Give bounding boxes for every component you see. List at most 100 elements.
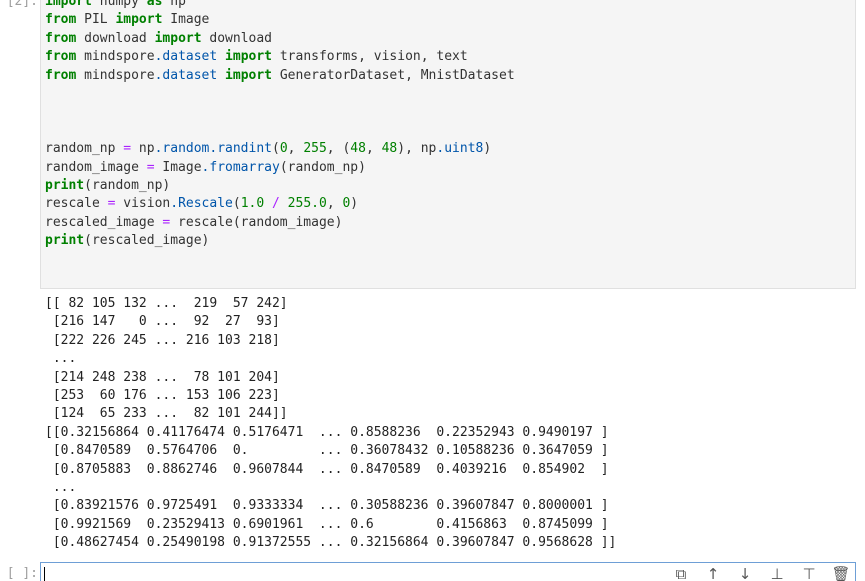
code-token: from (45, 67, 77, 83)
code-token: Image (154, 159, 202, 175)
output-line: [[0.32156864 0.41176474 0.5176471 ... 0.… (45, 424, 609, 440)
code-token: print (45, 233, 85, 249)
code-token: rescaled_image (45, 214, 163, 230)
code-token: = (123, 141, 132, 157)
code-line: from download import download (45, 30, 515, 48)
code-token: 255.0 (287, 196, 327, 212)
code-token: ), np (397, 141, 437, 157)
output-line: [0.8705883 0.8862746 0.9607844 ... 0.847… (45, 461, 609, 477)
code-token: PIL (76, 12, 116, 28)
copy-icon[interactable]: ⧉ (671, 567, 691, 581)
code-token: rescale (45, 196, 108, 212)
code-token: random_np (45, 141, 124, 157)
code-token: .fromarray (201, 159, 280, 175)
text-cursor (44, 567, 45, 581)
code-token: numpy (91, 0, 147, 9)
code-token: 1.0 (240, 196, 265, 212)
insert-below-icon[interactable]: ⊤ (799, 567, 819, 581)
code-token: 48 (350, 141, 366, 157)
code-token: (random_np) (279, 159, 366, 175)
code-token: as (146, 0, 163, 9)
notebook: [2]: import numpy as np from PIL import I… (0, 0, 865, 581)
output-line: [253 60 176 ... 153 106 223] (45, 388, 280, 404)
code-token: (rescaled_image) (84, 233, 210, 249)
code-line: print(random_np) (45, 177, 515, 195)
code-token: 48 (381, 141, 398, 157)
code-line: from mindspore.dataset import GeneratorD… (45, 67, 515, 85)
move-up-icon[interactable]: ↑ (703, 567, 723, 581)
code-line: from mindspore.dataset import transforms… (45, 48, 515, 66)
code-line: random_np = np.random.randint(0, 255, (4… (45, 140, 515, 158)
code-token: GeneratorDataset, MnistDataset (272, 67, 515, 83)
output-line: ... (45, 480, 77, 496)
code-line: rescale = vision.Rescale(1.0 / 255.0, 0) (45, 195, 515, 213)
code-line: rescaled_image = rescale(random_image) (45, 214, 515, 232)
code-token: random_image (45, 159, 147, 175)
code-token: , (287, 141, 304, 157)
cell-prompt: [2]: (6, 0, 38, 9)
output-line: [0.48627454 0.25490198 0.91372555 ... 0.… (45, 535, 617, 551)
delete-icon[interactable]: 🗑 (831, 567, 851, 581)
code-token: transforms, vision, text (272, 49, 468, 65)
output-line: [216 147 0 ... 92 27 93] (45, 314, 280, 330)
output-line: [0.83921576 0.9725491 0.9333334 ... 0.30… (45, 498, 609, 514)
code-token: 0 (279, 141, 288, 157)
code-token: , (326, 196, 343, 212)
code-token: from (45, 30, 77, 46)
code-token: vision (115, 196, 171, 212)
move-down-icon[interactable]: ↓ (735, 567, 755, 581)
code-token: .random.randint (154, 141, 272, 157)
insert-above-icon[interactable]: ⊥ (767, 567, 787, 581)
output-line: [0.8470589 0.5764706 0. ... 0.36078432 0… (45, 443, 609, 459)
code-line: import numpy as np (45, 0, 515, 11)
code-token: 255 (303, 141, 327, 157)
code-token: print (45, 178, 85, 194)
output-line: [0.9921569 0.23529413 0.6901961 ... 0.6 … (45, 516, 609, 532)
output-line: [124 65 233 ... 82 101 244]] (45, 406, 288, 422)
code-token: , (365, 141, 382, 157)
code-token: ( (232, 196, 241, 212)
code-token: import (154, 30, 202, 46)
code-token: mindspore (76, 49, 155, 65)
code-token: import (115, 12, 163, 28)
code-token: .dataset (154, 67, 218, 83)
code-token: / (272, 196, 280, 212)
code-token: = (146, 159, 155, 175)
cell-toolbar: ⧉ ↑ ↓ ⊥ ⊤ 🗑 (671, 567, 851, 581)
cell-output: [[ 82 105 132 ... 219 57 242] [216 147 0… (45, 295, 616, 553)
code-line: random_image = Image.fromarray(random_np… (45, 159, 515, 177)
code-content[interactable]: import numpy as np from PIL import Image f… (45, 0, 515, 251)
code-token: import (45, 0, 92, 9)
code-token: .dataset (154, 49, 218, 65)
code-token: , ( (326, 141, 351, 157)
code-token: .uint8 (436, 141, 484, 157)
code-token: download (201, 30, 273, 46)
code-token: ) (483, 141, 492, 157)
new-cell-prompt: [ ]: (6, 566, 38, 581)
output-line: [214 248 238 ... 78 101 204] (45, 369, 280, 385)
code-token: np (162, 0, 186, 9)
code-token: mindspore (76, 67, 155, 83)
code-token: .Rescale (170, 196, 233, 212)
code-token: ) (350, 196, 359, 212)
code-token: from (45, 49, 77, 65)
code-token: ( (272, 141, 280, 157)
code-token: from (45, 12, 77, 28)
code-token: download (76, 30, 155, 46)
output-line: [222 226 245 ... 216 103 218] (45, 332, 280, 348)
code-token: np (131, 141, 155, 157)
code-token: rescale(random_image) (170, 214, 343, 230)
output-line: ... (45, 351, 77, 367)
code-line: print(rescaled_image) (45, 232, 515, 250)
code-line: from PIL import Image (45, 11, 515, 29)
code-token: (random_np) (84, 178, 171, 194)
code-token: import (225, 67, 273, 83)
code-token: Image (162, 12, 210, 28)
output-line: [[ 82 105 132 ... 219 57 242] (45, 296, 288, 311)
